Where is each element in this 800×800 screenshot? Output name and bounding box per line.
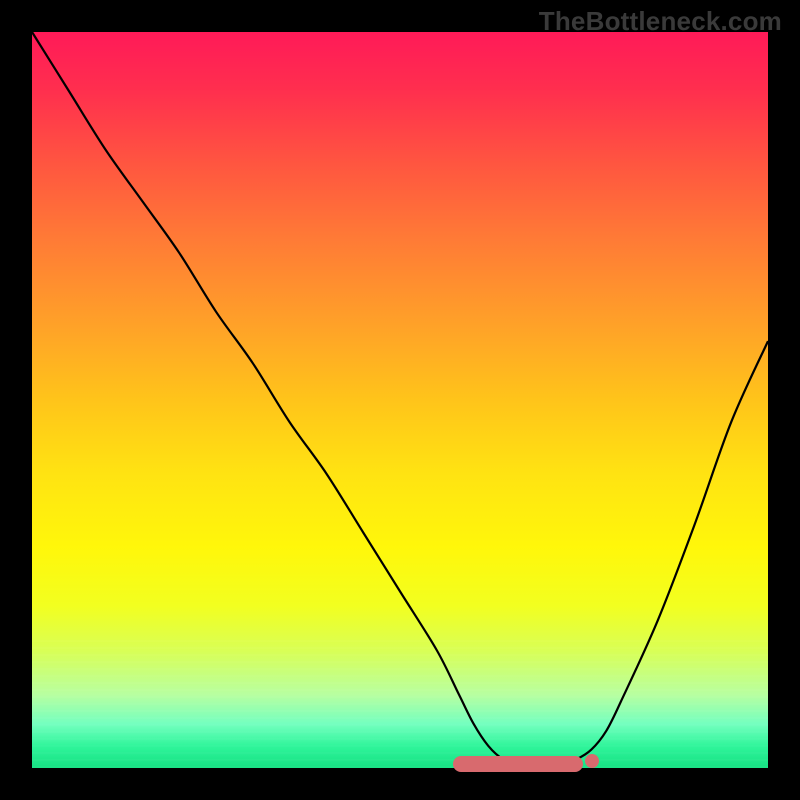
bottleneck-curve — [32, 32, 768, 768]
watermark-text: TheBottleneck.com — [539, 6, 782, 37]
chart-area — [32, 32, 768, 768]
curve-path — [32, 32, 768, 766]
optimal-range-band — [453, 756, 583, 772]
optimal-range-end-dot — [585, 754, 599, 768]
